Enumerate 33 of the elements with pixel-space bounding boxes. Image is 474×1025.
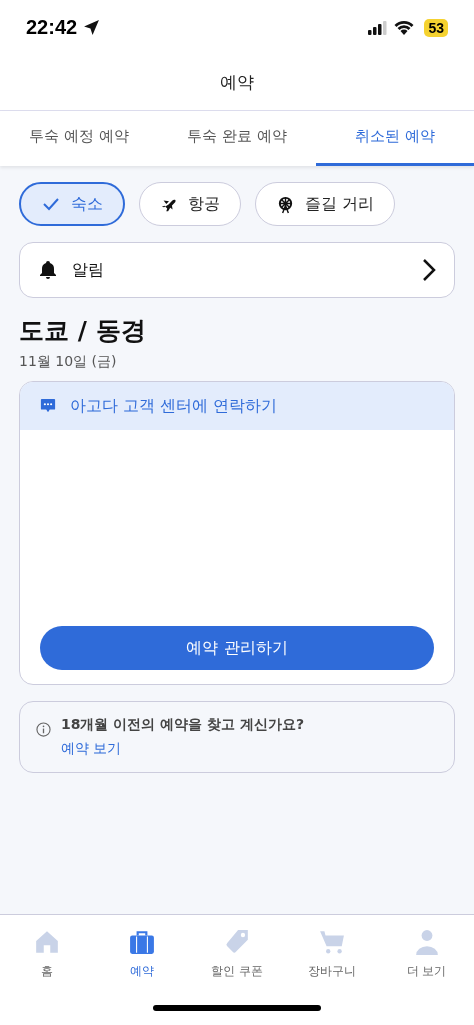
- tab[interactable]: 취소된 예약: [316, 111, 474, 166]
- status-time: 22:42: [26, 16, 78, 39]
- cart-icon: [318, 928, 345, 955]
- chat-icon: [40, 398, 56, 414]
- bell-icon: [38, 260, 58, 280]
- info-icon: [36, 722, 51, 737]
- briefcase-icon: [129, 928, 156, 955]
- manage-booking-button[interactable]: 예약 관리하기: [40, 626, 434, 670]
- info-text: 18개월 이전의 예약을 찾고 계신가요?: [61, 716, 305, 734]
- filter-chip[interactable]: 숙소: [19, 182, 125, 226]
- nav-item[interactable]: 할인 쿠폰: [189, 915, 285, 993]
- nav-item[interactable]: 더 보기: [379, 915, 474, 993]
- location-arrow-icon: [83, 19, 101, 36]
- filter-chip[interactable]: 즐길 거리: [255, 182, 396, 226]
- signal-icon: [368, 20, 389, 35]
- nav-item[interactable]: 홈: [0, 915, 95, 993]
- alert-row[interactable]: 알림: [19, 242, 455, 298]
- tab[interactable]: 투숙 예정 예약: [0, 111, 158, 166]
- person-icon: [413, 928, 440, 955]
- page-title: 예약: [220, 71, 254, 94]
- ferris-wheel-icon: [276, 194, 295, 214]
- nav-item[interactable]: 장바구니: [284, 915, 380, 993]
- booking-date: 11월 10일 (금): [19, 353, 118, 371]
- wifi-icon: [394, 20, 415, 35]
- nav-item[interactable]: 예약: [94, 915, 190, 993]
- chevron-right-icon: [422, 258, 436, 282]
- city-title: 도쿄 / 동경: [19, 315, 147, 347]
- view-bookings-link[interactable]: 예약 보기: [61, 740, 122, 758]
- tab[interactable]: 투숙 완료 예약: [158, 111, 316, 166]
- filter-chip[interactable]: 항공: [139, 182, 241, 226]
- tag-icon: [224, 928, 250, 955]
- battery-indicator: 53: [424, 18, 448, 37]
- contact-link[interactable]: 아고다 고객 센터에 연락하기: [20, 382, 454, 430]
